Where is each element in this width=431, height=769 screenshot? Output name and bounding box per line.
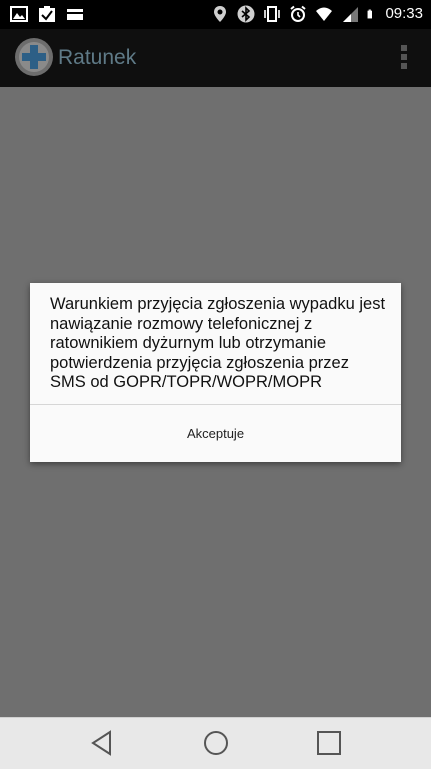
app-title: Ratunek [58, 46, 137, 69]
dialog-message: Warunkiem przyjęcia zgłoszenia wypadku j… [50, 295, 386, 391]
clipboard-check-icon [39, 6, 55, 22]
card-icon [67, 9, 83, 20]
status-time: 09:33 [385, 5, 423, 22]
medical-cross-icon[interactable] [14, 37, 54, 77]
wifi-icon [316, 7, 333, 21]
navigation-bar [0, 717, 431, 769]
back-icon[interactable] [88, 728, 118, 758]
bluetooth-icon [237, 5, 255, 23]
overflow-menu-icon[interactable] [399, 43, 409, 71]
status-bar-system: 09:33 [211, 4, 423, 24]
alert-dialog: Warunkiem przyjęcia zgłoszenia wypadku j… [30, 283, 401, 462]
alarm-icon [290, 5, 307, 22]
status-bar-notifications [10, 5, 84, 23]
signal-icon [343, 7, 359, 22]
home-icon[interactable] [201, 728, 231, 758]
vibrate-icon [264, 6, 281, 22]
action-bar: Ratunek [0, 29, 431, 87]
recents-icon[interactable] [314, 728, 344, 758]
battery-icon [368, 9, 373, 19]
location-icon [214, 6, 227, 22]
image-icon [10, 6, 28, 22]
status-bar: 09:33 [0, 0, 431, 29]
accept-button[interactable]: Akceptuje [30, 405, 401, 462]
